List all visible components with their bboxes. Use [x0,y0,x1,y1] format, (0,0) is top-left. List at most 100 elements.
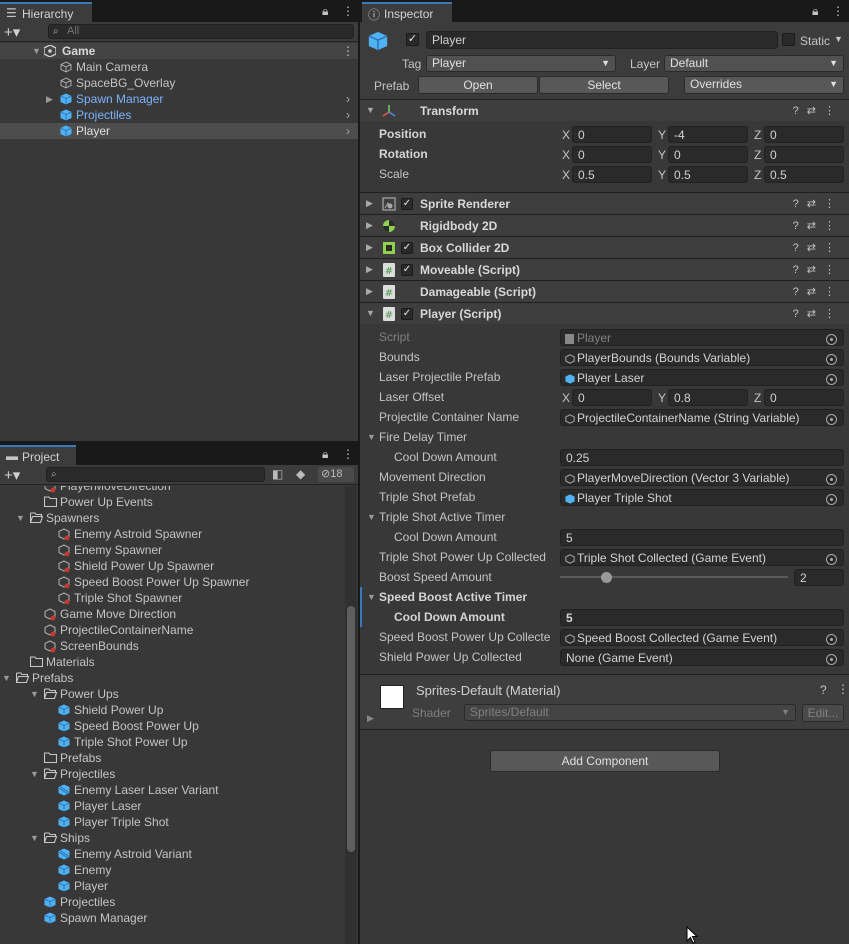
add-component-button[interactable]: Add Component [490,750,720,772]
hidden-packages-toggle[interactable]: ⊘18 [318,467,354,482]
help-icon[interactable]: ? [793,220,807,232]
movement-direction-field[interactable]: PlayerMoveDirection (Vector 3 Variable) [560,469,844,486]
hierarchy-item-player[interactable]: Player › [0,123,358,139]
kebab-menu-icon[interactable]: ⋮ [342,447,354,461]
kebab-menu-icon[interactable]: ⋮ [824,105,843,117]
active-checkbox[interactable]: ✓ [406,33,419,46]
component-header-buttons[interactable]: ?⇄⋮ [793,307,843,320]
object-picker-icon[interactable] [826,474,837,485]
tab-project[interactable]: ▬ Project [0,445,76,465]
hierarchy-item-projectiles[interactable]: Projectiles › [0,107,358,123]
project-scrollbar-thumb[interactable] [347,606,355,852]
z-label[interactable]: Z [754,168,761,182]
project-list-item[interactable]: PlayerMoveDirection [0,486,346,494]
bounds-field[interactable]: PlayerBounds (Bounds Variable) [560,349,844,366]
enabled-checkbox[interactable]: ✓ [401,308,413,320]
position-z-field[interactable]: 0 [764,126,844,143]
expand-arrow-icon[interactable]: ▼ [16,510,25,526]
component-header-buttons[interactable]: ?⇄⋮ [793,197,843,210]
expand-arrow-icon[interactable]: ▶ [46,91,53,107]
z-label[interactable]: Z [754,391,761,405]
fold-arrow-icon[interactable]: ▶ [366,220,373,231]
object-picker-icon[interactable] [826,554,837,565]
project-list-item[interactable]: Speed Boost Power Up [0,718,346,734]
help-icon[interactable]: ? [793,242,807,254]
project-list-item[interactable]: ▼ Ships [0,830,346,846]
tag-dropdown[interactable]: Player ▼ [426,55,616,72]
project-list-item[interactable]: Speed Boost Power Up Spawner [0,574,346,590]
kebab-menu-icon[interactable]: ⋮ [824,308,843,320]
add-plus-icon[interactable]: +▾ [4,23,20,41]
scale-y-field[interactable]: 0.5 [668,166,748,183]
x-label[interactable]: X [562,168,570,182]
y-label[interactable]: Y [658,148,666,162]
component-header-buttons[interactable]: ?⇄⋮ [793,219,843,232]
x-label[interactable]: X [562,148,570,162]
transform-component-header[interactable]: ▼ Transform ?⇄⋮ [360,99,849,121]
kebab-menu-icon[interactable]: ⋮ [832,4,844,18]
fold-arrow-icon[interactable]: ▶ [366,198,373,209]
fold-arrow-icon[interactable]: ▼ [367,592,376,602]
filter-by-type-icon[interactable]: ◧ [272,467,283,481]
project-list-item[interactable]: Enemy Astroid Spawner [0,526,346,542]
help-icon[interactable]: ? [793,286,807,298]
chevron-right-icon[interactable]: › [346,123,350,139]
component-header-buttons[interactable]: ?⇄⋮ [793,241,843,254]
speed-collected-field[interactable]: Speed Boost Collected (Game Event) [560,629,844,646]
laser-offset-y-field[interactable]: 0.8 [668,389,748,406]
expand-arrow-icon[interactable]: ▼ [2,670,11,686]
triple-shot-timer-row[interactable]: ▼ Triple Shot Active Timer [360,507,849,527]
laser-offset-z-field[interactable]: 0 [764,389,844,406]
z-label[interactable]: Z [754,128,761,142]
kebab-menu-icon[interactable]: ⋮ [824,286,843,298]
project-list-item[interactable]: Projectiles [0,894,346,910]
object-picker-icon[interactable] [826,494,837,505]
filter-by-label-icon[interactable]: ◆ [296,467,305,481]
rotation-y-field[interactable]: 0 [668,146,748,163]
enabled-checkbox[interactable]: ✓ [401,264,413,276]
project-list-item[interactable]: Player Triple Shot [0,814,346,830]
project-list-item[interactable]: Enemy Laser Laser Variant [0,782,346,798]
damageable-script-header[interactable]: ▶ # Damageable (Script) ?⇄⋮ [360,280,849,302]
lock-icon[interactable]: 🔒︎ [322,4,328,19]
x-label[interactable]: X [562,128,570,142]
project-list-item[interactable]: Enemy Astroid Variant [0,846,346,862]
lock-icon[interactable]: 🔒︎ [322,447,328,462]
project-list-item[interactable]: ▼ Projectiles [0,766,346,782]
add-plus-icon[interactable]: +▾ [4,466,20,484]
sprite-renderer-header[interactable]: ▶ ✓ Sprite Renderer ?⇄⋮ [360,192,849,214]
layer-dropdown[interactable]: Default ▼ [664,55,844,72]
project-list-item[interactable]: Materials [0,654,346,670]
moveable-script-header[interactable]: ▶ # ✓ Moveable (Script) ?⇄⋮ [360,258,849,280]
kebab-menu-icon[interactable]: ⋮ [824,198,843,210]
expand-arrow-icon[interactable]: ▼ [30,830,39,846]
tab-hierarchy[interactable]: ☰ Hierarchy [0,2,92,22]
triple-shot-prefab-field[interactable]: Player Triple Shot [560,489,844,506]
shader-edit-button[interactable]: Edit... [802,704,844,722]
presets-icon[interactable]: ⇄ [807,264,824,276]
fold-arrow-icon[interactable]: ▼ [367,512,376,522]
component-header-buttons[interactable]: ?⇄⋮ [793,285,843,298]
speed-cooldown-field[interactable]: 5 [560,609,844,626]
object-picker-icon[interactable] [826,654,837,665]
speed-boost-timer-row[interactable]: ▼ Speed Boost Active Timer [360,587,849,607]
x-label[interactable]: X [562,391,570,405]
project-list-item[interactable]: ScreenBounds [0,638,346,654]
triple-cooldown-field[interactable]: 5 [560,529,844,546]
position-y-field[interactable]: -4 [668,126,748,143]
project-list-item[interactable]: Game Move Direction [0,606,346,622]
prefab-open-button[interactable]: Open [418,76,538,94]
laser-offset-x-field[interactable]: 0 [572,389,652,406]
fold-arrow-icon[interactable]: ▶ [367,713,374,724]
project-list-item[interactable]: Triple Shot Spawner [0,590,346,606]
kebab-menu-icon[interactable]: ⋮ [837,682,849,696]
help-icon[interactable]: ? [793,198,807,210]
scale-x-field[interactable]: 0.5 [572,166,652,183]
project-list-item[interactable]: Player [0,878,346,894]
enabled-checkbox[interactable]: ✓ [401,242,413,254]
project-list-item[interactable]: Shield Power Up Spawner [0,558,346,574]
kebab-menu-icon[interactable]: ⋮ [824,220,843,232]
kebab-menu-icon[interactable]: ⋮ [824,264,843,276]
scale-z-field[interactable]: 0.5 [764,166,844,183]
rigidbody2d-header[interactable]: ▶ Rigidbody 2D ?⇄⋮ [360,214,849,236]
